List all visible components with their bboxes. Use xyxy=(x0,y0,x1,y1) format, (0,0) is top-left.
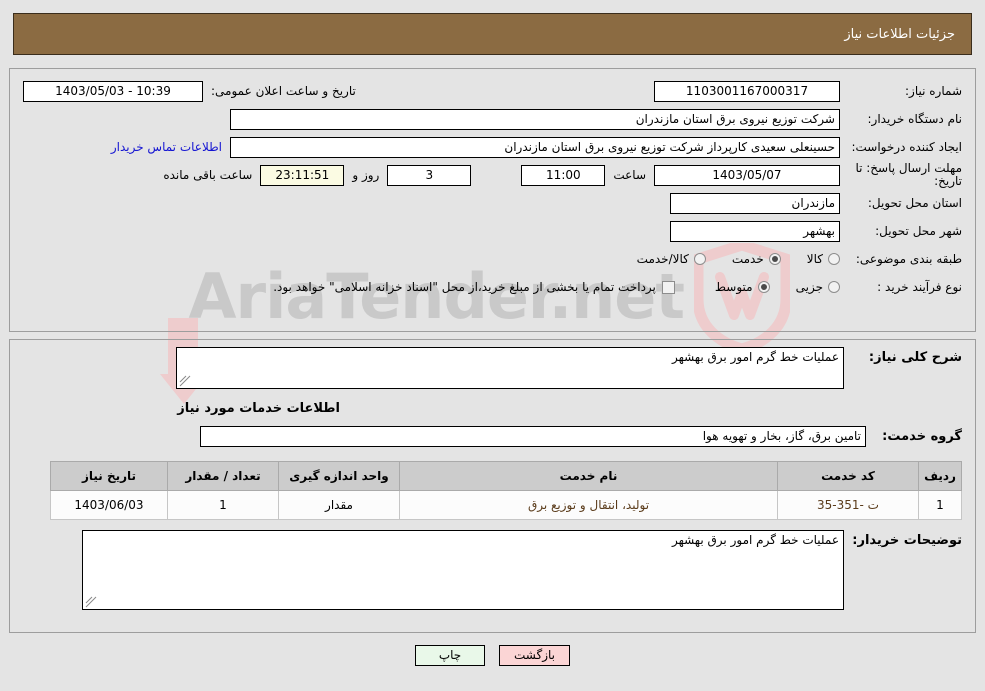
city-field[interactable]: بهشهر xyxy=(670,220,840,242)
row-buyer-notes: توضیحات خریدار: عملیات خط گرم امور برق ب… xyxy=(23,530,962,610)
category-option-kala[interactable]: کالا xyxy=(807,252,840,266)
need-details-content: شرح کلی نیاز: عملیات خط گرم امور برق بهش… xyxy=(9,339,976,633)
category-option-kala-khedmat-label: کالا/خدمت xyxy=(636,252,689,266)
row-deadline: مهلت ارسال پاسخ: تا تاریخ: 1403/05/07 سا… xyxy=(23,162,962,188)
page-title: جزئیات اطلاعات نیاز xyxy=(844,26,955,42)
general-desc-value: عملیات خط گرم امور برق بهشهر xyxy=(671,350,839,364)
th-unit: واحد اندازه گیری xyxy=(278,461,400,491)
category-option-kala-khedmat[interactable]: کالا/خدمت xyxy=(637,252,706,266)
cell-index: 1 xyxy=(918,490,962,520)
deadline-date-field[interactable]: 1403/05/07 xyxy=(654,164,840,186)
radio-khedmat-icon[interactable] xyxy=(768,253,781,265)
remaining-days-field[interactable]: 3 xyxy=(387,164,472,186)
public-announce-label: تاریخ و ساعت اعلان عمومی: xyxy=(211,84,356,98)
buyer-notes-value: عملیات خط گرم امور برق بهشهر xyxy=(671,533,839,547)
cell-name: تولید، انتقال و توزیع برق xyxy=(399,490,778,520)
process-option-jozee-label: جزیی xyxy=(795,280,823,294)
service-items-table: ردیف کد خدمت نام خدمت واحد اندازه گیری ت… xyxy=(50,461,962,520)
row-need-number: شماره نیاز: 1103001167000317 تاریخ و ساع… xyxy=(23,78,962,104)
creator-field[interactable]: حسینعلی سعیدی کارپرداز شرکت توزیع نیروی … xyxy=(230,136,840,158)
services-section-title: اطلاعات خدمات مورد نیاز xyxy=(177,401,340,416)
back-button[interactable]: بازگشت xyxy=(499,645,570,666)
row-general-desc: شرح کلی نیاز: عملیات خط گرم امور برق بهش… xyxy=(23,347,962,389)
hour-label: ساعت xyxy=(613,168,646,182)
th-index: ردیف xyxy=(918,461,962,491)
buyer-org-field[interactable]: شرکت توزیع نیروی برق استان مازندران xyxy=(230,108,840,130)
treasury-checkbox[interactable] xyxy=(661,280,675,294)
th-code: کد خدمت xyxy=(777,461,919,491)
row-city: شهر محل تحویل: بهشهر xyxy=(23,218,962,244)
treasury-checkbox-label: پرداخت تمام یا بخشی از مبلغ خرید،از محل … xyxy=(273,280,656,294)
need-number-label: شماره نیاز: xyxy=(905,84,962,98)
category-option-khedmat[interactable]: خدمت xyxy=(732,252,781,266)
general-desc-textarea[interactable]: عملیات خط گرم امور برق بهشهر xyxy=(176,347,844,389)
need-number-field[interactable]: 1103001167000317 xyxy=(654,80,840,102)
row-process-type: نوع فرآیند خرید : جزیی متوسط پرداخت تمام… xyxy=(23,274,962,300)
th-date: تاریخ نیاز xyxy=(50,461,168,491)
days-label: روز و xyxy=(352,168,380,182)
th-qty: تعداد / مقدار xyxy=(167,461,279,491)
province-field[interactable]: مازندران xyxy=(670,192,840,214)
public-announce-field[interactable]: 1403/05/03 - 10:39 xyxy=(23,80,203,102)
countdown-label: ساعت باقی مانده xyxy=(163,168,253,182)
service-group-field[interactable]: تامین برق، گاز، بخار و تهویه هوا xyxy=(200,426,866,447)
page-header: جزئیات اطلاعات نیاز xyxy=(13,13,972,55)
process-radio-group: جزیی متوسط xyxy=(689,280,840,294)
radio-motevaset-icon[interactable] xyxy=(757,281,770,293)
cell-date: 1403/06/03 xyxy=(50,490,168,520)
process-option-motevaset[interactable]: متوسط xyxy=(715,280,770,294)
buyer-notes-label: توضیحات خریدار: xyxy=(852,533,962,548)
countdown-field: 23:11:51 xyxy=(260,164,345,186)
buyer-notes-textarea[interactable]: عملیات خط گرم امور برق بهشهر xyxy=(82,530,844,610)
row-category: طبقه بندی موضوعی: کالا خدمت کالا/خدمت xyxy=(23,246,962,272)
cell-qty: 1 xyxy=(167,490,279,520)
table-row: 1 ت -351-35 تولید، انتقال و توزیع برق مق… xyxy=(50,490,962,520)
th-name: نام خدمت xyxy=(399,461,778,491)
need-info-form: شماره نیاز: 1103001167000317 تاریخ و ساع… xyxy=(9,68,976,332)
radio-kala-khedmat-icon[interactable] xyxy=(693,253,706,265)
province-label: استان محل تحویل: xyxy=(867,196,962,210)
deadline-hour-field[interactable]: 11:00 xyxy=(521,164,606,186)
row-creator: ایجاد کننده درخواست: حسینعلی سعیدی کارپر… xyxy=(23,134,962,160)
row-buyer-org: نام دستگاه خریدار: شرکت توزیع نیروی برق … xyxy=(23,106,962,132)
table-header-row: ردیف کد خدمت نام خدمت واحد اندازه گیری ت… xyxy=(50,461,962,491)
buyer-contact-link[interactable]: اطلاعات تماس خریدار xyxy=(111,140,222,154)
resize-grip-icon[interactable] xyxy=(85,596,97,608)
creator-label: ایجاد کننده درخواست: xyxy=(851,140,962,154)
radio-kala-icon[interactable] xyxy=(828,253,840,265)
category-radio-group: کالا خدمت کالا/خدمت xyxy=(611,252,840,266)
process-option-motevaset-label: متوسط xyxy=(714,280,753,294)
category-option-khedmat-label: خدمت xyxy=(731,252,764,266)
treasury-checkbox-row[interactable]: پرداخت تمام یا بخشی از مبلغ خرید،از محل … xyxy=(273,280,675,294)
print-button[interactable]: چاپ xyxy=(415,645,485,666)
resize-grip-icon[interactable] xyxy=(179,375,191,387)
city-label: شهر محل تحویل: xyxy=(875,224,962,238)
cell-code: ت -351-35 xyxy=(777,490,919,520)
row-province: استان محل تحویل: مازندران xyxy=(23,190,962,216)
row-service-group: گروه خدمت: تامین برق، گاز، بخار و تهویه … xyxy=(23,426,962,447)
buyer-org-label: نام دستگاه خریدار: xyxy=(867,112,963,126)
service-group-label: گروه خدمت: xyxy=(882,429,962,444)
category-label: طبقه بندی موضوعی: xyxy=(855,252,962,266)
radio-jozee-icon[interactable] xyxy=(828,281,840,293)
footer-buttons: بازگشت چاپ xyxy=(0,645,985,675)
general-desc-label: شرح کلی نیاز: xyxy=(868,350,962,365)
process-label: نوع فرآیند خرید : xyxy=(877,280,962,294)
category-option-kala-label: کالا xyxy=(806,252,823,266)
deadline-label: مهلت ارسال پاسخ: تا تاریخ: xyxy=(855,161,962,188)
cell-unit: مقدار xyxy=(278,490,400,520)
process-option-jozee[interactable]: جزیی xyxy=(796,280,840,294)
